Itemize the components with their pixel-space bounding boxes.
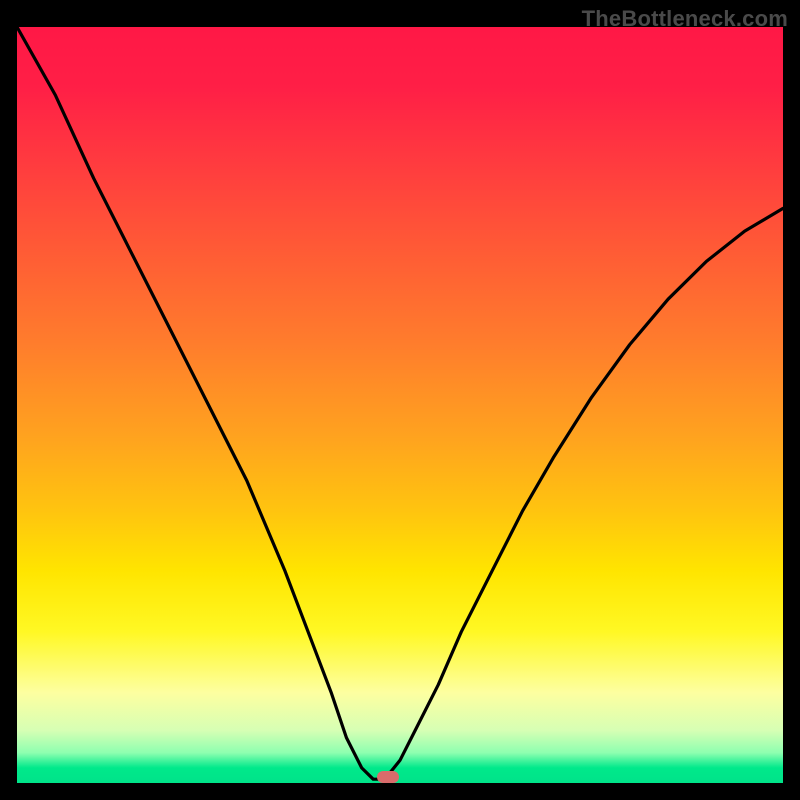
chart-frame: TheBottleneck.com <box>0 0 800 800</box>
watermark-text: TheBottleneck.com <box>582 6 788 32</box>
bottleneck-curve <box>17 27 783 783</box>
curve-path <box>17 27 783 779</box>
plot-area <box>17 27 783 783</box>
optimal-marker <box>377 771 399 783</box>
